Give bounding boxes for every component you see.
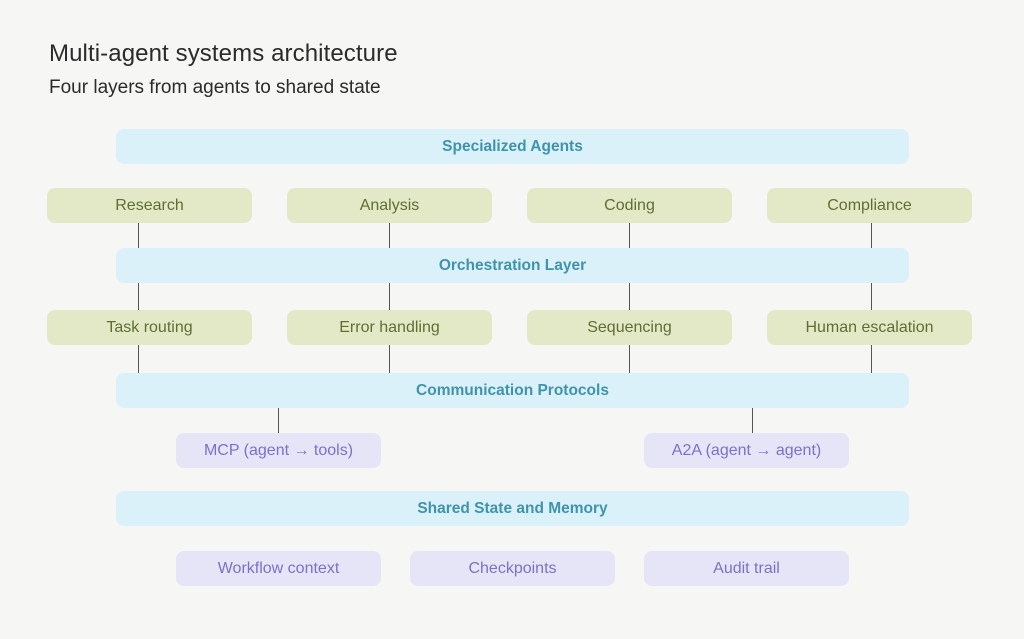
orchestration-error-handling: Error handling	[287, 310, 492, 345]
orchestration-human-escalation: Human escalation	[767, 310, 972, 345]
protocol-a2a: A2A (agent → agent)	[644, 433, 849, 468]
agent-coding: Coding	[527, 188, 732, 223]
layer-orchestration: Orchestration Layer	[116, 248, 909, 283]
orchestration-task-routing: Task routing	[47, 310, 252, 345]
protocol-mcp: MCP (agent → tools)	[176, 433, 381, 468]
layer-communication-protocols: Communication Protocols	[116, 373, 909, 408]
layer-shared-state-memory: Shared State and Memory	[116, 491, 909, 526]
orchestration-sequencing: Sequencing	[527, 310, 732, 345]
memory-workflow-context: Workflow context	[176, 551, 381, 586]
agent-research: Research	[47, 188, 252, 223]
agent-compliance: Compliance	[767, 188, 972, 223]
layer-specialized-agents: Specialized Agents	[116, 129, 909, 164]
agent-analysis: Analysis	[287, 188, 492, 223]
memory-checkpoints: Checkpoints	[410, 551, 615, 586]
memory-audit-trail: Audit trail	[644, 551, 849, 586]
